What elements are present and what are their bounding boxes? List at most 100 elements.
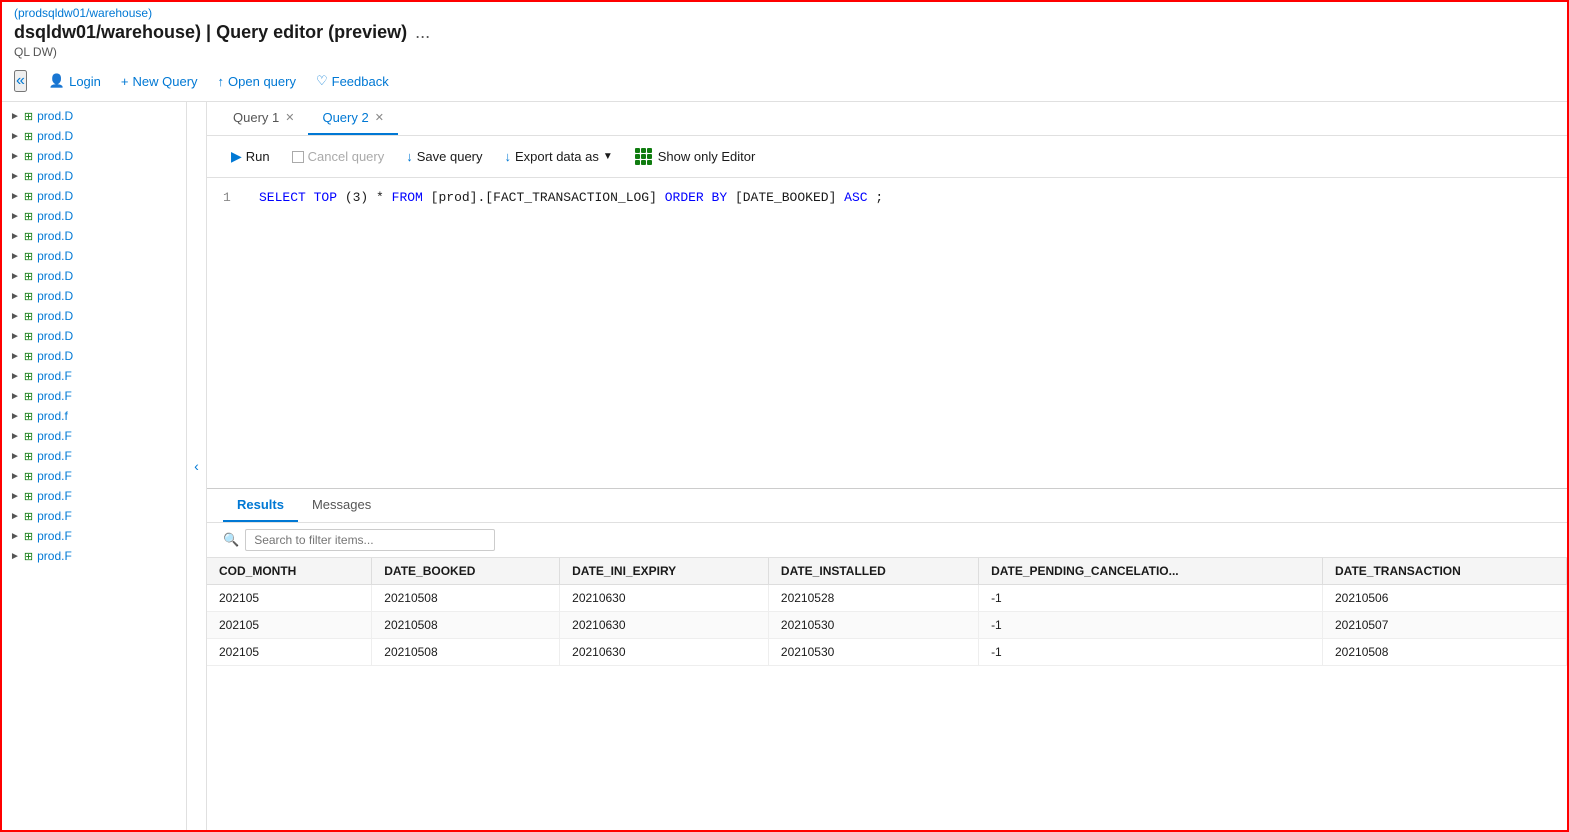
query-toolbar: ▶ Run Cancel query ↓ Save query ↓ Export…	[207, 136, 1567, 178]
sidebar-item[interactable]: ►⊞prod.D	[2, 206, 186, 226]
table-cell: -1	[979, 585, 1323, 612]
table-cell: 20210508	[372, 612, 560, 639]
table-icon: ⊞	[24, 350, 33, 363]
table-cell: 202105	[207, 639, 372, 666]
column-header: DATE_PENDING_CANCELATIO...	[979, 558, 1323, 585]
table-icon: ⊞	[24, 370, 33, 383]
new-query-button[interactable]: + New Query	[111, 70, 208, 93]
feedback-label: Feedback	[332, 74, 389, 89]
export-icon: ↓	[505, 149, 512, 164]
search-input[interactable]	[245, 529, 495, 551]
table-icon: ⊞	[24, 230, 33, 243]
sidebar-item[interactable]: ►⊞prod.F	[2, 526, 186, 546]
item-label: prod.D	[37, 289, 73, 303]
arrow-icon: ►	[10, 411, 20, 422]
code-editor[interactable]: 1 SELECT TOP (3) * FROM [prod].[FACT_TRA…	[207, 178, 1567, 488]
table-cell: 20210508	[1323, 639, 1567, 666]
results-tab[interactable]: Messages	[298, 489, 385, 522]
arrow-icon: ►	[10, 371, 20, 382]
show-editor-label: Show only Editor	[658, 149, 756, 164]
feedback-button[interactable]: ♡ Feedback	[306, 69, 399, 93]
table-cell: 20210630	[560, 639, 769, 666]
save-query-button[interactable]: ↓ Save query	[398, 145, 490, 168]
sidebar-item[interactable]: ►⊞prod.D	[2, 346, 186, 366]
sidebar-item[interactable]: ►⊞prod.D	[2, 226, 186, 246]
table-icon: ⊞	[24, 290, 33, 303]
item-label: prod.F	[37, 489, 72, 503]
sidebar-item[interactable]: ►⊞prod.f	[2, 406, 186, 426]
sidebar-item[interactable]: ►⊞prod.D	[2, 146, 186, 166]
item-label: prod.F	[37, 449, 72, 463]
sidebar-item[interactable]: ►⊞prod.F	[2, 506, 186, 526]
sidebar-item[interactable]: ►⊞prod.D	[2, 186, 186, 206]
arrow-icon: ►	[10, 291, 20, 302]
sidebar-item[interactable]: ►⊞prod.F	[2, 366, 186, 386]
item-label: prod.D	[37, 189, 73, 203]
arrow-icon: ►	[10, 151, 20, 162]
query-tab[interactable]: Query 1 ✕	[219, 102, 308, 135]
item-label: prod.D	[37, 129, 73, 143]
tab-label: Query 1	[233, 110, 279, 125]
table-cell: 202105	[207, 585, 372, 612]
close-icon[interactable]: ✕	[285, 111, 294, 124]
run-button[interactable]: ▶ Run	[223, 144, 278, 169]
sidebar-item[interactable]: ►⊞prod.F	[2, 486, 186, 506]
item-label: prod.F	[37, 549, 72, 563]
line-number: 1	[223, 190, 243, 205]
table-cell: 20210530	[768, 639, 978, 666]
item-label: prod.D	[37, 169, 73, 183]
table-cell: -1	[979, 639, 1323, 666]
sidebar-item[interactable]: ►⊞prod.F	[2, 386, 186, 406]
arrow-icon: ►	[10, 311, 20, 322]
sidebar-item[interactable]: ►⊞prod.D	[2, 106, 186, 126]
export-data-button[interactable]: ↓ Export data as ▼	[497, 145, 621, 168]
heart-icon: ♡	[316, 73, 328, 89]
sidebar-item[interactable]: ►⊞prod.D	[2, 126, 186, 146]
close-icon[interactable]: ✕	[375, 111, 384, 124]
sidebar-item[interactable]: ►⊞prod.F	[2, 466, 186, 486]
item-label: prod.D	[37, 109, 73, 123]
table-cell: 20210530	[768, 612, 978, 639]
sidebar-item[interactable]: ►⊞prod.D	[2, 166, 186, 186]
sidebar-item[interactable]: ►⊞prod.F	[2, 546, 186, 566]
results-tab[interactable]: Results	[223, 489, 298, 522]
collapse-side-button[interactable]: ‹	[187, 102, 207, 830]
collapse-sidebar-button[interactable]: «	[14, 70, 27, 92]
show-editor-button[interactable]: Show only Editor	[627, 144, 764, 169]
sidebar-item[interactable]: ►⊞prod.F	[2, 446, 186, 466]
save-label: Save query	[417, 149, 483, 164]
query-tab[interactable]: Query 2✕	[308, 102, 397, 135]
sidebar-item[interactable]: ►⊞prod.D	[2, 266, 186, 286]
item-label: prod.F	[37, 389, 72, 403]
item-label: prod.F	[37, 509, 72, 523]
table-cell: 20210630	[560, 585, 769, 612]
run-label: Run	[246, 149, 270, 164]
item-label: prod.D	[37, 149, 73, 163]
table-row: 202105202105082021063020210528-120210506	[207, 585, 1567, 612]
breadcrumb-top[interactable]: (prodsqldw01/warehouse)	[14, 6, 1555, 20]
table-icon: ⊞	[24, 330, 33, 343]
table-cell: 20210630	[560, 612, 769, 639]
results-table[interactable]: COD_MONTHDATE_BOOKEDDATE_INI_EXPIRYDATE_…	[207, 558, 1567, 768]
cancel-query-button[interactable]: Cancel query	[284, 145, 393, 168]
table-cell: 20210508	[372, 639, 560, 666]
table-icon: ⊞	[24, 450, 33, 463]
sidebar-item[interactable]: ► ⊞ prod.D	[2, 286, 186, 306]
new-query-label: New Query	[133, 74, 198, 89]
arrow-icon: ►	[10, 331, 20, 342]
sidebar-item[interactable]: ►⊞prod.D	[2, 326, 186, 346]
login-button[interactable]: 👤 Login	[39, 69, 111, 93]
column-header: COD_MONTH	[207, 558, 372, 585]
sidebar-item[interactable]: ►⊞prod.F	[2, 426, 186, 446]
sidebar-item[interactable]: ►⊞prod.D	[2, 306, 186, 326]
open-query-button[interactable]: ↑ Open query	[208, 70, 306, 93]
chevron-down-icon: ▼	[603, 151, 613, 162]
table-icon: ⊞	[24, 550, 33, 563]
table-icon: ⊞	[24, 190, 33, 203]
editor-area: Query 1✕Query 2✕ ▶ Run Cancel query ↓ Sa…	[207, 102, 1567, 830]
play-icon: ▶	[231, 148, 242, 165]
item-label: prod.D	[37, 309, 73, 323]
page-title-ellipsis[interactable]: ...	[415, 22, 430, 43]
arrow-icon: ►	[10, 511, 20, 522]
sidebar-item[interactable]: ►⊞prod.D	[2, 246, 186, 266]
